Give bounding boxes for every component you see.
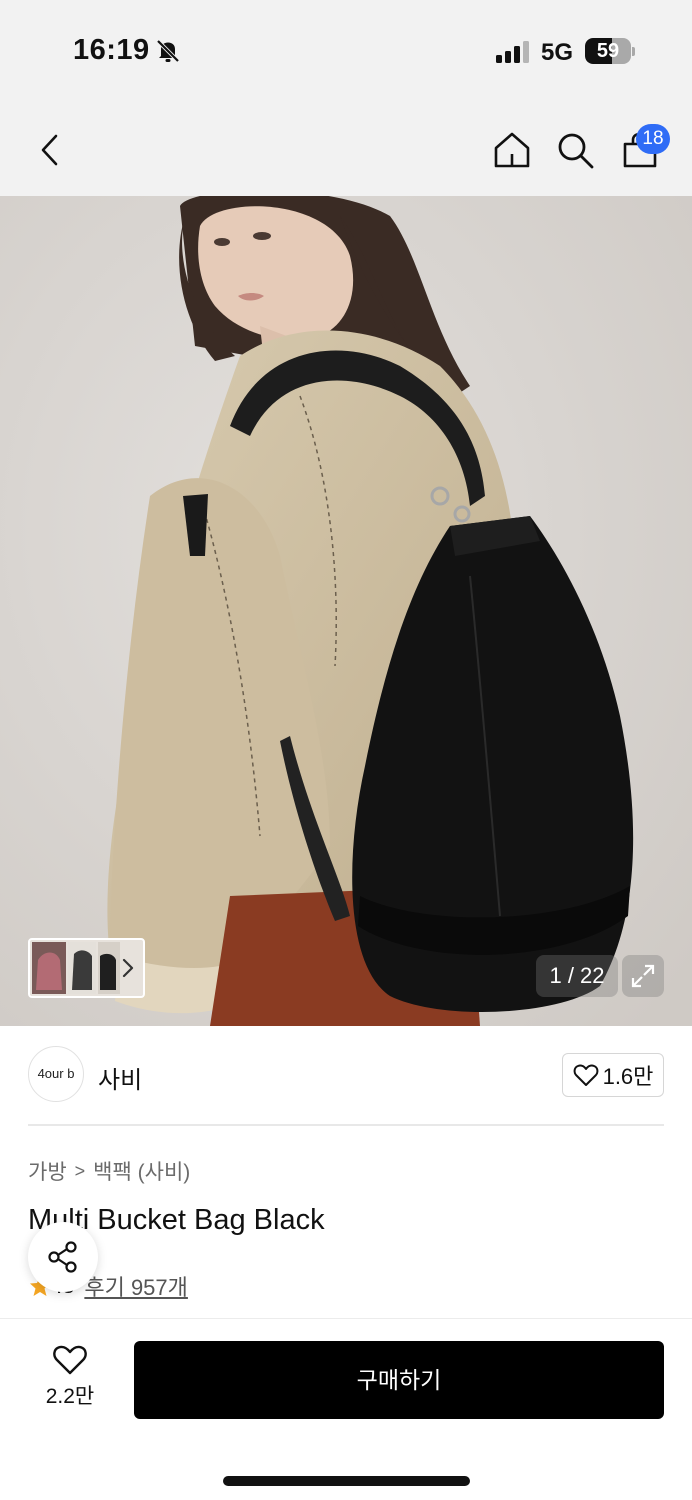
expand-icon (631, 964, 655, 988)
breadcrumb-category[interactable]: 가방 (28, 1156, 67, 1186)
heart-icon (53, 1345, 87, 1375)
image-counter: 1 / 22 (536, 955, 618, 997)
home-indicator (223, 1476, 470, 1486)
status-bar: 16:19 5G 59 (0, 0, 692, 100)
home-icon (494, 132, 530, 168)
product-photo (0, 196, 692, 1026)
buy-button[interactable]: 구매하기 (134, 1341, 664, 1419)
battery-percent: 59 (596, 40, 620, 62)
home-button[interactable] (490, 128, 534, 172)
battery-icon: 59 (585, 38, 635, 64)
chevron-right-icon[interactable] (116, 955, 140, 981)
heart-icon (573, 1064, 598, 1086)
signal-icon (496, 41, 529, 63)
brand-name[interactable]: 사비 (98, 1060, 142, 1095)
expand-button[interactable] (622, 955, 664, 997)
search-button[interactable] (553, 128, 597, 172)
brand-logo[interactable]: 4our b (28, 1046, 84, 1102)
brand-like-button[interactable]: 1.6만 (562, 1053, 664, 1097)
wishlist-count: 2.2만 (45, 1385, 95, 1408)
review-link[interactable]: 후기 957개 (84, 1270, 188, 1302)
brand-like-count: 1.6만 (602, 1064, 654, 1089)
back-button[interactable] (28, 128, 72, 172)
breadcrumb-separator-icon: > (74, 1160, 86, 1181)
share-icon (48, 1241, 77, 1273)
product-image[interactable] (0, 196, 692, 1026)
search-icon (558, 133, 594, 169)
divider (28, 1124, 664, 1126)
status-time: 16:19 (73, 34, 150, 66)
network-label: 5G (541, 39, 574, 66)
top-nav (0, 100, 692, 196)
bell-off-icon (156, 39, 180, 63)
back-chevron-icon (41, 134, 58, 166)
breadcrumb: 가방 > 백팩 (사비) (28, 1156, 190, 1186)
breadcrumb-subcategory[interactable]: 백팩 (사비) (93, 1156, 190, 1186)
cart-count-badge: 18 (636, 124, 670, 154)
wishlist-button[interactable]: 2.2만 (30, 1344, 110, 1418)
share-button[interactable] (28, 1222, 98, 1292)
